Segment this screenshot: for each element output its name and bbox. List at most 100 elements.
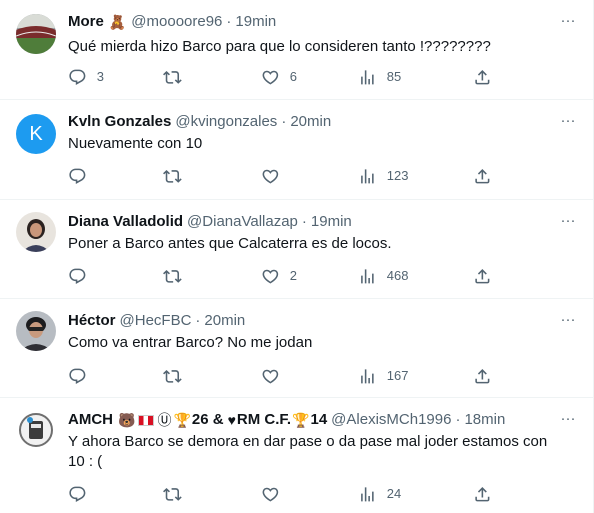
display-name[interactable]: Héctor [68, 311, 116, 331]
tweet-header: Diana Valladolid @DianaVallazap · 19min [68, 212, 546, 232]
heart-icon [262, 487, 279, 502]
reply-button[interactable]: 3 [68, 67, 104, 87]
more-options-icon[interactable]: ··· [558, 411, 578, 432]
separator-dot: · [301, 213, 307, 230]
tweet[interactable]: Diana Valladolid @DianaVallazap · 19min … [0, 200, 594, 299]
share-icon [475, 168, 490, 184]
like-button[interactable] [261, 366, 290, 386]
retweet-button[interactable] [163, 366, 192, 386]
avatar[interactable]: K [16, 114, 56, 154]
share-icon [475, 268, 490, 284]
reply-button[interactable] [68, 484, 97, 504]
tweet-actions: 24 [68, 484, 498, 504]
display-name-part: 14 [310, 411, 328, 428]
separator-dot: · [195, 312, 201, 329]
like-count: 2 [289, 268, 297, 283]
retweet-button[interactable] [163, 484, 192, 504]
reply-button[interactable] [68, 366, 97, 386]
display-name[interactable]: Kvln Gonzales [68, 112, 171, 132]
like-button[interactable]: 6 [261, 67, 297, 87]
tweet-actions: 3 6 85 [68, 67, 498, 87]
username[interactable]: @moooore96 [131, 12, 222, 32]
heart-emoji: ♥ [227, 412, 236, 428]
tweet-header: Kvln Gonzales @kvingonzales · 20min [68, 112, 546, 132]
share-icon [475, 486, 490, 502]
timestamp[interactable]: 18min [464, 410, 505, 430]
heart-icon [262, 70, 279, 85]
username[interactable]: @kvingonzales [175, 112, 277, 132]
tweet[interactable]: K Kvln Gonzales @kvingonzales · 20min ··… [0, 100, 594, 200]
teddy-bear-emoji: 🧸 [108, 14, 127, 30]
more-options-icon[interactable]: ··· [558, 312, 578, 333]
tweet-header: More 🧸 @moooore96 · 19min [68, 12, 546, 32]
woman-photo-icon [16, 212, 56, 252]
avatar[interactable] [16, 311, 56, 351]
tweet-text: Y ahora Barco se demora en dar pase o da… [68, 433, 548, 470]
retweet-button[interactable] [163, 266, 192, 286]
share-button[interactable] [473, 484, 492, 504]
timestamp[interactable]: 19min [235, 12, 276, 32]
tweet[interactable]: More 🧸 @moooore96 · 19min ··· Qué mierda… [0, 0, 594, 100]
trophy-icon: 🏆 [292, 412, 310, 428]
separator-dot: · [281, 113, 287, 130]
analytics-icon [361, 486, 374, 502]
analytics-icon [361, 69, 374, 85]
more-options-icon[interactable]: ··· [558, 213, 578, 234]
share-button[interactable] [473, 266, 492, 286]
avatar[interactable] [16, 14, 56, 54]
tweet-actions: 123 [68, 166, 498, 186]
analytics-icon [361, 368, 374, 384]
display-name[interactable]: AMCH [68, 410, 113, 430]
tweet[interactable]: Héctor @HecFBC · 20min ··· Como va entra… [0, 299, 594, 398]
views-button[interactable]: 24 [358, 484, 401, 504]
reply-icon [69, 486, 86, 502]
tweet-text: Como va entrar Barco? No me jodan [68, 334, 313, 351]
retweet-icon [163, 169, 182, 183]
like-button[interactable]: 2 [261, 266, 297, 286]
timestamp[interactable]: 19min [311, 212, 352, 232]
display-name-part: RM C.F. [236, 411, 292, 428]
tweet[interactable]: AMCH 🐻 Ⓤ 🏆 26 & ♥ RM C.F. 🏆 14 @AlexisMC… [0, 398, 594, 513]
retweet-button[interactable] [163, 166, 192, 186]
club-crest-icon [16, 410, 56, 450]
club-logo-icon: Ⓤ [157, 412, 172, 428]
reply-icon [69, 168, 86, 184]
heart-icon [262, 269, 279, 284]
reply-button[interactable] [68, 266, 97, 286]
retweet-icon [163, 369, 182, 383]
reply-count: 3 [96, 69, 104, 84]
share-button[interactable] [473, 67, 492, 87]
reply-icon [69, 69, 86, 85]
timestamp[interactable]: 20min [204, 311, 245, 331]
reply-button[interactable] [68, 166, 97, 186]
trophy-icon: 🏆 [173, 412, 191, 428]
view-count: 24 [386, 486, 402, 501]
like-count: 6 [289, 69, 297, 84]
retweet-button[interactable] [163, 67, 192, 87]
timestamp[interactable]: 20min [290, 112, 331, 132]
avatar[interactable] [16, 212, 56, 252]
separator-dot: · [226, 13, 232, 30]
more-options-icon[interactable]: ··· [558, 113, 578, 134]
views-button[interactable]: 167 [358, 366, 408, 386]
analytics-icon [361, 168, 374, 184]
share-button[interactable] [473, 366, 492, 386]
username[interactable]: @DianaVallazap [187, 212, 298, 232]
avatar[interactable] [16, 410, 56, 450]
display-name[interactable]: Diana Valladolid [68, 212, 183, 232]
display-name[interactable]: More [68, 12, 104, 32]
views-button[interactable]: 85 [358, 67, 401, 87]
more-options-icon[interactable]: ··· [558, 13, 578, 34]
tweet-actions: 2 468 [68, 266, 498, 286]
username[interactable]: @AlexisMCh1996 [331, 410, 451, 430]
username[interactable]: @HecFBC [120, 311, 192, 331]
analytics-icon [361, 268, 374, 284]
bear-emoji: 🐻 [118, 412, 136, 428]
views-button[interactable]: 123 [358, 166, 408, 186]
separator-dot: · [455, 411, 461, 428]
views-button[interactable]: 468 [358, 266, 408, 286]
like-button[interactable] [261, 484, 290, 504]
share-button[interactable] [473, 166, 492, 186]
like-button[interactable] [261, 166, 290, 186]
retweet-icon [163, 70, 182, 84]
